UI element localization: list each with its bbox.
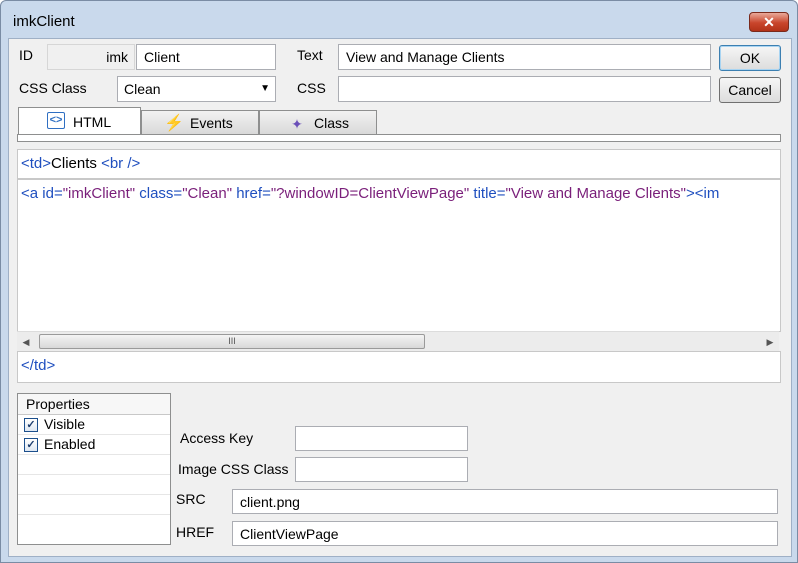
property-enabled[interactable]: ✓ Enabled	[18, 435, 170, 455]
enabled-checkbox[interactable]: ✓	[24, 438, 38, 452]
code-token: >	[46, 357, 56, 374]
code-token: <	[101, 155, 110, 172]
scroll-right-icon[interactable]: ▶	[761, 332, 779, 352]
image-css-class-input[interactable]	[295, 457, 468, 482]
code-token: <	[21, 185, 30, 202]
code-token: />	[123, 155, 141, 172]
class-icon: ✦	[291, 116, 303, 132]
scroll-left-icon[interactable]: ◀	[17, 332, 35, 352]
code-token: </	[21, 357, 34, 374]
tab-class[interactable]: ✦ Class	[259, 110, 377, 135]
css-class-value: Clean	[124, 81, 161, 97]
code-token: Clients	[51, 155, 102, 172]
enabled-label: Enabled	[44, 436, 96, 452]
ok-button[interactable]: OK	[719, 45, 781, 71]
code-token: "?windowID=ClientViewPage"	[270, 185, 470, 202]
code-editor[interactable]: <a id="imkClient" class="Clean" href="?w…	[17, 179, 781, 332]
code-token: "View and Manage Clients"	[505, 185, 686, 202]
code-token: class	[139, 185, 174, 202]
cancel-button[interactable]: Cancel	[719, 77, 781, 103]
src-input[interactable]: client.png	[232, 489, 778, 514]
close-icon: ✕	[763, 14, 775, 30]
image-css-class-label: Image CSS Class	[178, 461, 289, 477]
code-token: td	[33, 357, 47, 374]
css-class-select[interactable]: Clean ▼	[117, 76, 276, 102]
list-item	[18, 495, 170, 515]
dialog-window: imkClient ✕ ID imk Client Text View and …	[0, 0, 798, 563]
code-token: title	[473, 185, 497, 202]
id-prefix: imk	[47, 44, 135, 70]
title-bar[interactable]: imkClient ✕	[1, 1, 797, 39]
href-input[interactable]: ClientViewPage	[232, 521, 778, 546]
visible-checkbox[interactable]: ✓	[24, 418, 38, 432]
code-token: a	[29, 185, 39, 202]
code-token: id	[42, 185, 54, 202]
css-label: CSS	[297, 80, 326, 96]
text-input[interactable]: View and Manage Clients	[338, 44, 711, 70]
html-tag-icon: <>	[47, 112, 65, 129]
code-token: ><im	[686, 185, 720, 202]
tab-html[interactable]: <> HTML	[18, 107, 141, 136]
code-open-tag[interactable]: <td>Clients <br />	[17, 149, 781, 179]
text-label: Text	[297, 47, 323, 63]
tab-events[interactable]: ⚡ Events	[141, 110, 259, 135]
dialog-body: ID imk Client Text View and Manage Clien…	[8, 38, 792, 557]
access-key-input[interactable]	[295, 426, 468, 451]
properties-header: Properties	[18, 394, 170, 415]
access-key-label: Access Key	[180, 430, 254, 446]
close-button[interactable]: ✕	[749, 12, 789, 32]
code-token: "Clean"	[182, 185, 233, 202]
code-token: br	[109, 155, 124, 172]
lightning-icon: ⚡	[164, 115, 184, 132]
tab-class-label: Class	[314, 115, 350, 131]
id-input[interactable]: Client	[136, 44, 276, 70]
css-input[interactable]	[338, 76, 711, 102]
code-token: href	[236, 185, 263, 202]
property-visible[interactable]: ✓ Visible	[18, 415, 170, 435]
tab-html-label: HTML	[73, 114, 112, 130]
src-label: SRC	[176, 491, 206, 507]
code-token: td	[29, 155, 43, 172]
scrollbar-thumb[interactable]: III	[39, 334, 425, 349]
visible-label: Visible	[44, 416, 85, 432]
list-item	[18, 475, 170, 495]
id-label: ID	[19, 47, 33, 63]
code-token: <	[21, 155, 30, 172]
list-item	[18, 455, 170, 475]
css-class-label: CSS Class	[19, 80, 87, 96]
chevron-down-icon[interactable]: ▼	[260, 77, 270, 101]
href-label: HREF	[176, 524, 215, 540]
properties-list: Properties ✓ Visible ✓ Enabled	[17, 393, 171, 545]
code-token: "imkClient"	[62, 185, 136, 202]
horizontal-scrollbar[interactable]: ◀ III ▶	[17, 331, 779, 351]
tab-events-label: Events	[190, 115, 233, 131]
list-item	[18, 515, 170, 535]
code-close-tag[interactable]: </td>	[17, 351, 781, 383]
tab-panel-border	[17, 134, 781, 142]
code-token: >	[42, 155, 52, 172]
window-title: imkClient	[13, 13, 75, 30]
